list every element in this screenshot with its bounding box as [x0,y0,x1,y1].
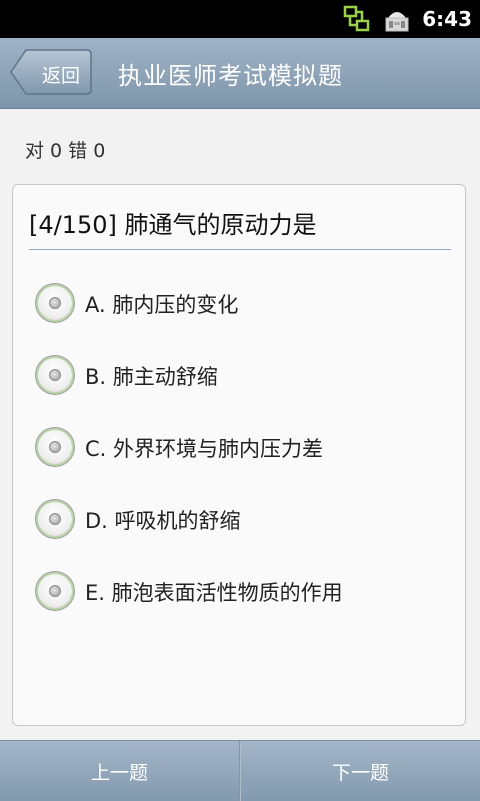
option-b[interactable]: B. 肺主动舒缩 [35,353,445,399]
radio-button-icon[interactable] [35,499,75,539]
status-icons: 6:43 [342,4,472,34]
option-d[interactable]: D. 呼吸机的舒缩 [35,497,445,543]
title-bar: 返回 执业医师考试模拟题 [0,38,480,109]
radio-button-icon[interactable] [35,355,75,395]
prev-question-button[interactable]: 上一题 [0,741,239,801]
question-divider [29,249,451,250]
android-notification-icon [382,4,412,34]
back-button[interactable]: 返回 [10,49,92,95]
radio-button-icon[interactable] [35,571,75,611]
radio-button-icon[interactable] [35,427,75,467]
option-a[interactable]: A. 肺内压的变化 [35,281,445,327]
question-card: [4/150] 肺通气的原动力是 A. 肺内压的变化 B. 肺主动舒缩 C. 外… [12,184,466,726]
score-text: 对 0 错 0 [25,140,106,162]
status-bar: 6:43 [0,0,480,38]
radio-button-icon[interactable] [35,283,75,323]
back-button-label: 返回 [41,65,80,87]
page-title: 执业医师考试模拟题 [118,62,343,90]
option-label: D. 呼吸机的舒缩 [85,509,241,533]
question-text: [4/150] 肺通气的原动力是 [29,211,317,239]
option-label: A. 肺内压的变化 [85,293,239,317]
option-e[interactable]: E. 肺泡表面活性物质的作用 [35,569,445,615]
option-label: B. 肺主动舒缩 [85,365,218,389]
option-label: E. 肺泡表面活性物质的作用 [85,581,343,605]
status-time: 6:43 [422,7,472,31]
option-label: C. 外界环境与肺内压力差 [85,437,324,461]
option-c[interactable]: C. 外界环境与肺内压力差 [35,425,445,471]
network-sync-icon [342,4,372,34]
next-question-button[interactable]: 下一题 [241,741,480,801]
bottom-nav-bar: 上一题 下一题 [0,740,480,801]
